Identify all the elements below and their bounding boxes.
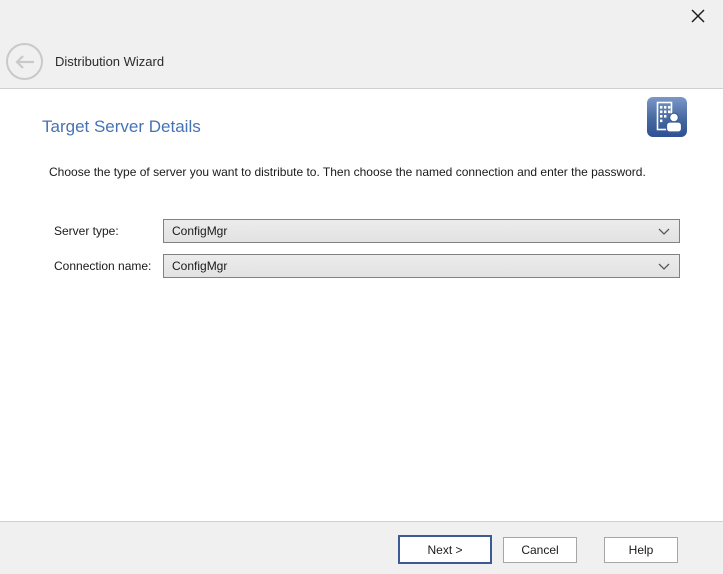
wizard-header: Distribution Wizard [0,0,723,89]
connection-name-select[interactable]: ConfigMgr [163,254,680,278]
server-type-label: Server type: [54,219,119,243]
chevron-down-icon [658,263,670,270]
next-button[interactable]: Next > [398,535,492,564]
close-icon [691,9,705,23]
chevron-down-icon [658,228,670,235]
connection-name-label: Connection name: [54,254,151,278]
server-type-select[interactable]: ConfigMgr [163,219,680,243]
connection-name-value: ConfigMgr [172,259,227,273]
help-button[interactable]: Help [604,537,678,563]
building-user-icon [646,96,688,138]
back-button[interactable] [6,43,43,80]
cancel-button[interactable]: Cancel [503,537,577,563]
server-type-value: ConfigMgr [172,224,227,238]
page-title: Target Server Details [42,117,201,137]
page-description: Choose the type of server you want to di… [49,165,657,180]
wizard-title: Distribution Wizard [55,54,164,69]
wizard-footer: Next > Cancel Help [0,521,723,574]
back-arrow-icon [14,54,36,70]
distribution-wizard-window: Distribution Wizard Target Server Detail… [0,0,723,574]
close-button[interactable] [687,5,709,27]
